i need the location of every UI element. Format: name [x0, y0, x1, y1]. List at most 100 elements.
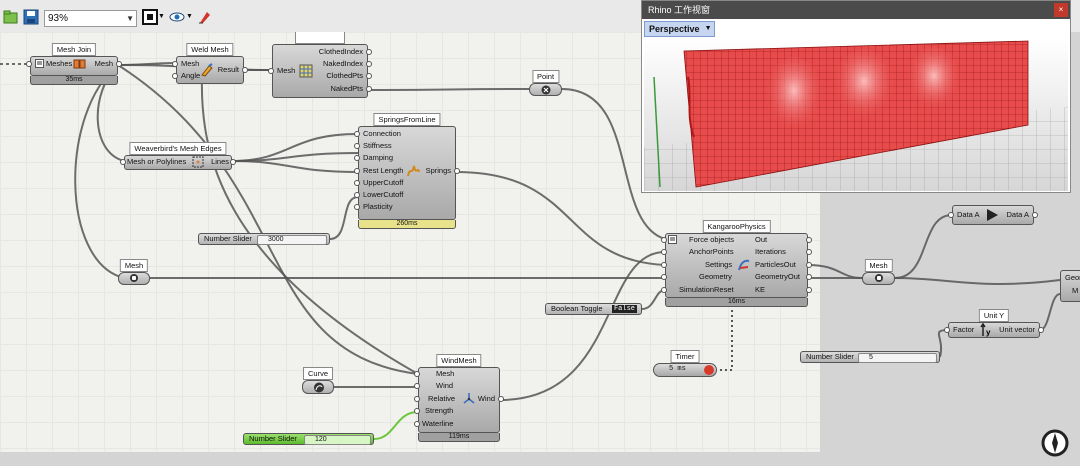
- timer-component[interactable]: Timer 5 ms: [653, 350, 717, 377]
- output-grip[interactable]: [806, 249, 812, 255]
- kangaroo-physics-component[interactable]: KangarooPhysics Force objects AnchorPoin…: [661, 220, 812, 307]
- number-slider-wind-strength[interactable]: Number Slider 120: [243, 433, 374, 445]
- output-grip[interactable]: [366, 86, 372, 92]
- slider-value[interactable]: 5: [858, 353, 937, 363]
- output-grip[interactable]: [116, 61, 122, 67]
- weaverbird-mesh-edges-component[interactable]: Weaverbird's Mesh Edges Mesh or Polyline…: [120, 142, 236, 170]
- rhino-window-titlebar[interactable]: Rhino 工作视窗: [642, 1, 1070, 19]
- input-grip[interactable]: [354, 143, 360, 149]
- input-grip[interactable]: [661, 237, 667, 243]
- input-grip[interactable]: [414, 371, 420, 377]
- mesh-bulge: [764, 57, 824, 141]
- timer-stop-icon[interactable]: [704, 365, 714, 375]
- bake-icon[interactable]: [197, 9, 213, 25]
- mesh-edges-icon: [192, 156, 204, 168]
- output-grip[interactable]: [242, 67, 248, 73]
- mesh-bulge: [906, 47, 962, 119]
- output-grip[interactable]: [454, 168, 460, 174]
- mesh-edges-component[interactable]: . Mesh ClothedIndex NakedIndex ClothedPt…: [268, 32, 372, 98]
- perspective-viewport[interactable]: [644, 37, 1068, 191]
- output-grip[interactable]: [806, 262, 812, 268]
- kangaroo-input: Settings: [705, 260, 733, 269]
- slider-value[interactable]: 120: [304, 435, 371, 445]
- output-grip[interactable]: [498, 396, 504, 402]
- output-grip[interactable]: [806, 237, 812, 243]
- output-grip[interactable]: [806, 274, 812, 280]
- input-grip[interactable]: [661, 287, 667, 293]
- slider-label: Number Slider: [249, 434, 297, 443]
- input-grip[interactable]: [172, 73, 178, 79]
- zoom-select[interactable]: 93% ▼: [44, 10, 137, 27]
- output-grip[interactable]: [366, 73, 372, 79]
- rhino-window-title: Rhino 工作视窗: [648, 5, 711, 15]
- input-grip[interactable]: [661, 274, 667, 280]
- springs-input: Connection: [363, 129, 401, 138]
- mesh-join-nickname: Mesh Join: [51, 43, 97, 56]
- output-grip[interactable]: [230, 159, 236, 165]
- input-grip[interactable]: [948, 212, 954, 218]
- preview-eye-icon[interactable]: [169, 9, 185, 25]
- slider-value[interactable]: 3000: [257, 235, 327, 245]
- chevron-down-icon[interactable]: ▼: [186, 9, 194, 25]
- springs-timing: 260ms: [358, 220, 456, 229]
- boolean-toggle[interactable]: Boolean Toggle False: [545, 303, 642, 315]
- mesh-param[interactable]: Mesh: [862, 259, 895, 285]
- input-grip[interactable]: [414, 383, 420, 389]
- input-grip[interactable]: [354, 204, 360, 210]
- viewport-tab-perspective[interactable]: Perspective ▼: [644, 21, 715, 37]
- input-grip[interactable]: [26, 61, 32, 67]
- mesh-join-timing: 35ms: [30, 76, 118, 85]
- kangaroo-timing: 16ms: [665, 298, 808, 307]
- input-grip[interactable]: [944, 327, 950, 333]
- number-slider-factor[interactable]: Number Slider 5: [800, 351, 940, 363]
- toggle-value[interactable]: False: [611, 305, 637, 313]
- input-grip[interactable]: [354, 168, 360, 174]
- point-param[interactable]: Point: [529, 70, 562, 96]
- unit-y-nickname: Unit Y: [978, 309, 1010, 322]
- unit-y-component[interactable]: Unit Y Factor y Unit vector: [944, 309, 1044, 338]
- input-grip[interactable]: [172, 61, 178, 67]
- mesh-join-component[interactable]: Mesh Join Meshes Mesh 35ms: [26, 43, 122, 85]
- close-icon[interactable]: ×: [1054, 3, 1068, 17]
- chevron-down-icon[interactable]: ▼: [158, 9, 166, 25]
- weld-mesh-component[interactable]: Weld Mesh Mesh Angle Result: [172, 43, 248, 84]
- data-relay-component[interactable]: Data A Data A: [948, 205, 1038, 225]
- mesh-edges-output: ClothedIndex: [318, 47, 363, 56]
- mesh-edges-input: Mesh: [277, 66, 296, 75]
- menu-icon[interactable]: [35, 59, 44, 68]
- input-grip[interactable]: [414, 408, 420, 414]
- output-grip[interactable]: [806, 287, 812, 293]
- kangaroo-input: AnchorPoints: [689, 247, 734, 256]
- curve-param[interactable]: Curve: [302, 367, 334, 394]
- rhino-viewport-window[interactable]: Rhino 工作视窗 × Perspective ▼: [641, 0, 1071, 193]
- partial-component[interactable]: Geom M: [1060, 270, 1080, 302]
- input-grip[interactable]: [268, 68, 274, 74]
- save-file-icon[interactable]: [23, 9, 39, 25]
- input-grip[interactable]: [120, 159, 126, 165]
- input-grip[interactable]: [661, 262, 667, 268]
- output-grip[interactable]: [1032, 212, 1038, 218]
- navigation-compass-icon[interactable]: [1040, 428, 1070, 458]
- springs-input: Rest Length: [363, 166, 404, 175]
- point-icon: [541, 85, 551, 95]
- open-file-icon[interactable]: [3, 9, 19, 25]
- timer-nickname: Timer: [670, 350, 700, 363]
- mesh-param[interactable]: Mesh: [118, 259, 150, 285]
- input-grip[interactable]: [414, 421, 420, 427]
- number-slider-rest-length[interactable]: Number Slider 3000: [198, 233, 330, 245]
- kangaroo-output: GeometryOut: [755, 272, 801, 281]
- output-grip[interactable]: [366, 49, 372, 55]
- menu-icon[interactable]: [668, 235, 677, 244]
- springs-from-line-component[interactable]: SpringsFromLine Connection Stiffness Dam…: [354, 113, 460, 229]
- output-grip[interactable]: [366, 61, 372, 67]
- input-grip[interactable]: [354, 155, 360, 161]
- input-grip[interactable]: [414, 396, 420, 402]
- input-grip[interactable]: [354, 180, 360, 186]
- output-grip[interactable]: [1038, 327, 1044, 333]
- sketch-icon[interactable]: [142, 9, 158, 25]
- input-grip[interactable]: [661, 249, 667, 255]
- input-grip[interactable]: [354, 192, 360, 198]
- kangaroo-nickname: KangarooPhysics: [702, 220, 771, 233]
- wind-mesh-component[interactable]: WindMesh Mesh Wind Relative Strength Wat…: [414, 354, 504, 442]
- input-grip[interactable]: [354, 131, 360, 137]
